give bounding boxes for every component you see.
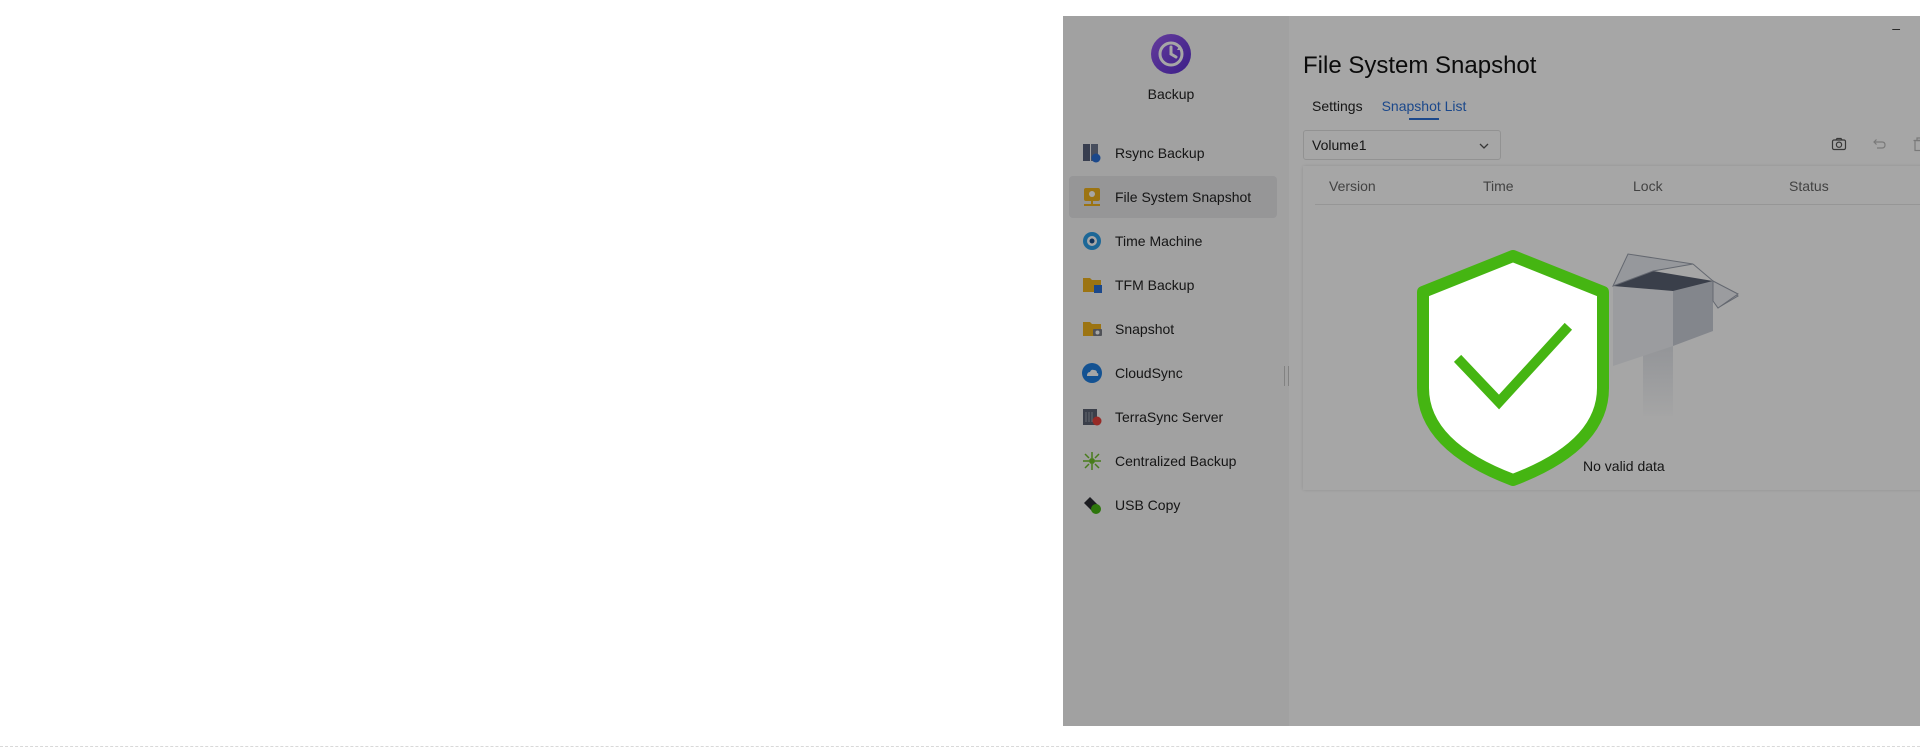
table-header: Version Time Lock Status xyxy=(1315,166,1920,205)
shield-check-icon xyxy=(1413,250,1613,491)
sidebar-item-snapshot[interactable]: Snapshot xyxy=(1069,308,1277,350)
sidebar-item-label: Snapshot xyxy=(1115,321,1175,337)
sidebar-item-label: Time Machine xyxy=(1115,233,1203,249)
centralized-backup-icon xyxy=(1081,450,1103,472)
column-header-status[interactable]: Status xyxy=(1789,178,1829,194)
delete-icon[interactable] xyxy=(1909,134,1920,154)
sidebar-item-time-machine[interactable]: Time Machine xyxy=(1069,220,1277,262)
tab-settings[interactable]: Settings xyxy=(1312,98,1363,120)
backup-logo-icon xyxy=(1151,34,1191,74)
snapshot-toolbar xyxy=(1829,134,1920,154)
page-divider xyxy=(0,746,1920,747)
column-header-lock[interactable]: Lock xyxy=(1633,178,1663,194)
minimize-button[interactable]: – xyxy=(1892,20,1900,36)
sidebar-item-file-system-snapshot[interactable]: File System Snapshot xyxy=(1069,176,1277,218)
sidebar-item-label: TerraSync Server xyxy=(1115,409,1224,425)
sidebar-item-terrasync-server[interactable]: TerraSync Server xyxy=(1069,396,1277,438)
sidebar-item-usb-copy[interactable]: USB Copy xyxy=(1069,484,1277,526)
file-system-snapshot-icon xyxy=(1081,186,1103,208)
sidebar-item-label: File System Snapshot xyxy=(1115,189,1252,205)
app-header: Backup xyxy=(1063,34,1279,102)
empty-box-icon xyxy=(1593,236,1743,421)
column-header-version[interactable]: Version xyxy=(1329,178,1376,194)
time-machine-icon xyxy=(1081,230,1103,252)
app-name: Backup xyxy=(1147,86,1195,102)
camera-icon[interactable] xyxy=(1829,134,1849,154)
terrasync-server-icon xyxy=(1081,406,1103,428)
chevron-down-icon xyxy=(1478,139,1490,155)
sidebar-nav: Rsync Backup File System Snapshot Time M… xyxy=(1069,132,1277,528)
sidebar-item-rsync-backup[interactable]: Rsync Backup xyxy=(1069,132,1277,174)
sidebar-item-tfm-backup[interactable]: TFM Backup xyxy=(1069,264,1277,306)
usb-copy-icon xyxy=(1081,494,1103,516)
sidebar: Backup Rsync Backup File System Snapshot… xyxy=(1063,16,1289,726)
sidebar-item-label: USB Copy xyxy=(1115,497,1181,513)
sidebar-item-label: CloudSync xyxy=(1115,365,1183,381)
sidebar-resize-handle[interactable] xyxy=(1284,366,1289,386)
tfm-backup-icon xyxy=(1081,274,1103,296)
sidebar-item-label: Rsync Backup xyxy=(1115,145,1205,161)
sidebar-item-centralized-backup[interactable]: Centralized Backup xyxy=(1069,440,1277,482)
sidebar-item-label: TFM Backup xyxy=(1115,277,1195,293)
cloudsync-icon xyxy=(1081,362,1103,384)
restore-icon[interactable] xyxy=(1869,134,1889,154)
tab-bar: Settings Snapshot List xyxy=(1303,98,1476,120)
snapshot-folder-icon xyxy=(1081,318,1103,340)
page-title: File System Snapshot xyxy=(1303,52,1537,79)
tab-snapshot-list[interactable]: Snapshot List xyxy=(1382,98,1467,120)
rsync-icon xyxy=(1081,142,1103,164)
sidebar-item-cloudsync[interactable]: CloudSync xyxy=(1069,352,1277,394)
volume-select[interactable]: Volume1 xyxy=(1303,130,1501,160)
sidebar-item-label: Centralized Backup xyxy=(1115,453,1237,469)
column-header-time[interactable]: Time xyxy=(1483,178,1514,194)
volume-select-value: Volume1 xyxy=(1312,137,1367,153)
